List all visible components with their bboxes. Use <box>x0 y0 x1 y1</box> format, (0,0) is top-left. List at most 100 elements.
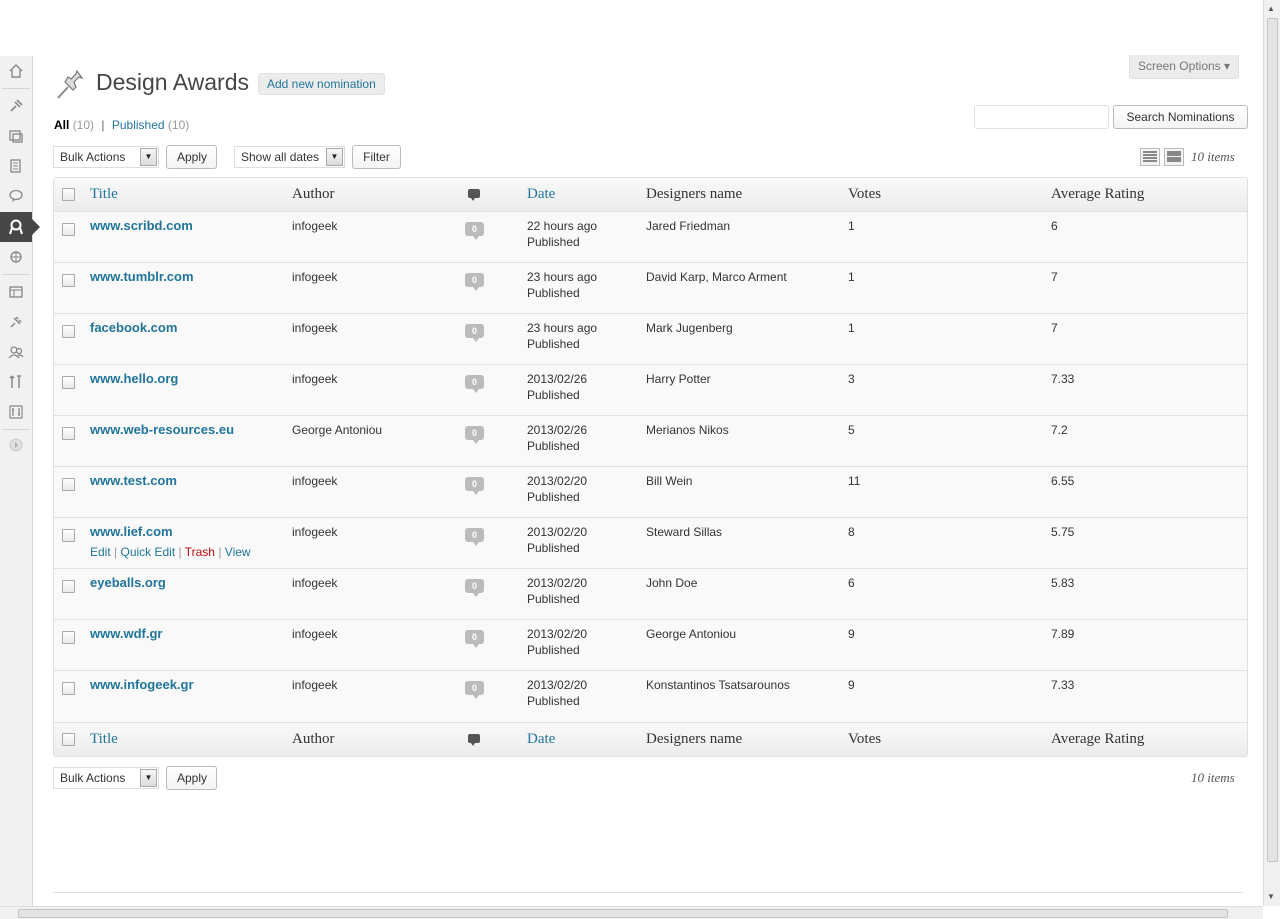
row-checkbox[interactable] <box>62 682 75 695</box>
items-count-top: 10 items <box>1191 149 1235 164</box>
search-input[interactable] <box>974 105 1109 129</box>
row-status: Published <box>527 439 580 453</box>
row-designers: John Doe <box>646 576 698 590</box>
pages-icon[interactable] <box>0 151 32 181</box>
row-author-link[interactable]: infogeek <box>292 473 337 489</box>
bulk-actions-select-top[interactable]: Bulk Actions ▼ <box>53 146 159 168</box>
row-author-link[interactable]: infogeek <box>292 626 337 642</box>
horizontal-scrollbar[interactable] <box>0 906 1263 919</box>
row-date-value: 2013/02/20 <box>527 525 588 539</box>
column-title-footer[interactable]: Title <box>90 731 118 748</box>
row-votes: 9 <box>848 627 855 641</box>
row-date-value: 22 hours ago <box>527 219 598 233</box>
column-date-footer[interactable]: Date <box>527 731 555 748</box>
plugins-icon[interactable] <box>0 307 32 337</box>
screen-options-button[interactable]: Screen Options ▾ <box>1129 55 1239 79</box>
apply-button-bottom[interactable]: Apply <box>166 766 217 790</box>
users-icon[interactable] <box>0 337 32 367</box>
row-author-link[interactable]: infogeek <box>292 269 337 285</box>
comments-icon[interactable] <box>0 181 32 211</box>
row-title-link[interactable]: www.infogeek.gr <box>90 677 194 693</box>
select-all-checkbox[interactable] <box>62 188 75 201</box>
row-action-quick-edit[interactable]: Quick Edit <box>120 545 175 559</box>
row-author-link[interactable]: infogeek <box>292 575 337 591</box>
vertical-scrollbar[interactable]: ▲ ▼ <box>1263 0 1280 906</box>
excerpt-view-icon[interactable] <box>1164 148 1184 166</box>
row-action-edit[interactable]: Edit <box>90 545 111 559</box>
scroll-up-icon[interactable]: ▲ <box>1267 4 1275 13</box>
tools-icon[interactable] <box>0 367 32 397</box>
bulk-actions-value: Bulk Actions <box>60 150 126 164</box>
comment-count-badge[interactable]: 0 <box>465 579 484 597</box>
row-author-link[interactable]: infogeek <box>292 218 337 234</box>
chevron-down-icon: ▼ <box>140 769 157 787</box>
table-row: www.scribd.com infogeek 0 22 hours ago Publi… <box>54 212 1247 263</box>
comment-count-badge[interactable]: 0 <box>465 477 484 495</box>
row-author-link[interactable]: infogeek <box>292 371 337 387</box>
row-author-link[interactable]: George Antoniou <box>292 422 382 438</box>
row-status: Published <box>527 541 580 555</box>
row-votes: 11 <box>848 474 861 488</box>
view-published-link[interactable]: Published <box>112 118 165 132</box>
column-date-header[interactable]: Date <box>527 186 555 203</box>
select-all-checkbox-footer[interactable] <box>62 733 75 746</box>
row-title-link[interactable]: www.wdf.gr <box>90 626 162 642</box>
row-designers: Jared Friedman <box>646 219 731 233</box>
row-author-link[interactable]: infogeek <box>292 524 337 540</box>
row-checkbox[interactable] <box>62 529 75 542</box>
row-checkbox[interactable] <box>62 580 75 593</box>
row-title-link[interactable]: eyeballs.org <box>90 575 166 591</box>
comment-count-badge[interactable]: 0 <box>465 426 484 444</box>
comment-count-badge[interactable]: 0 <box>465 324 484 342</box>
table-row: www.web-resources.eu George Antoniou 0 2013… <box>54 416 1247 467</box>
comment-count-badge[interactable]: 0 <box>465 222 484 240</box>
horizontal-scroll-thumb[interactable] <box>18 909 1228 918</box>
links-icon[interactable] <box>0 242 32 272</box>
row-checkbox[interactable] <box>62 376 75 389</box>
collapse-icon[interactable] <box>0 430 32 460</box>
comment-count-badge[interactable]: 0 <box>465 528 484 546</box>
row-action-trash[interactable]: Trash <box>185 545 215 559</box>
row-checkbox[interactable] <box>62 325 75 338</box>
comment-count-badge[interactable]: 0 <box>465 273 484 291</box>
row-action-view[interactable]: View <box>225 545 251 559</box>
view-all-link[interactable]: All <box>54 118 69 132</box>
comment-count-badge[interactable]: 0 <box>465 681 484 699</box>
list-view-icon[interactable] <box>1140 148 1160 166</box>
posts-icon[interactable] <box>0 91 32 121</box>
apply-button-top[interactable]: Apply <box>166 145 217 169</box>
row-checkbox[interactable] <box>62 274 75 287</box>
row-title-link[interactable]: www.web-resources.eu <box>90 422 234 438</box>
search-nominations-button[interactable]: Search Nominations <box>1113 105 1248 129</box>
row-author-link[interactable]: infogeek <box>292 677 337 693</box>
table-header: Title Author Date Designers name Votes A… <box>54 178 1247 212</box>
row-author-link[interactable]: infogeek <box>292 320 337 336</box>
table-row: eyeballs.org infogeek 0 2013/02/20 Published… <box>54 569 1247 620</box>
row-title-link[interactable]: www.scribd.com <box>90 218 193 234</box>
filter-button[interactable]: Filter <box>352 145 401 169</box>
appearance-icon[interactable] <box>0 277 32 307</box>
row-title-link[interactable]: www.tumblr.com <box>90 269 194 285</box>
comment-count-badge[interactable]: 0 <box>465 375 484 393</box>
column-title-header[interactable]: Title <box>90 186 118 203</box>
bulk-actions-select-bottom[interactable]: Bulk Actions ▼ <box>53 767 159 789</box>
row-title-link[interactable]: www.lief.com <box>90 524 173 540</box>
row-checkbox[interactable] <box>62 223 75 236</box>
comment-count-badge[interactable]: 0 <box>465 630 484 648</box>
dashboard-icon[interactable] <box>0 56 32 86</box>
media-icon[interactable] <box>0 121 32 151</box>
scroll-down-icon[interactable]: ▼ <box>1267 892 1275 901</box>
row-title-link[interactable]: www.hello.org <box>90 371 178 387</box>
row-votes: 5 <box>848 423 855 437</box>
row-checkbox[interactable] <box>62 478 75 491</box>
row-title-link[interactable]: www.test.com <box>90 473 177 489</box>
row-checkbox[interactable] <box>62 631 75 644</box>
row-date: 2013/02/26 Published <box>527 422 587 454</box>
nominations-icon[interactable] <box>0 212 32 242</box>
vertical-scroll-thumb[interactable] <box>1267 18 1278 862</box>
row-checkbox[interactable] <box>62 427 75 440</box>
row-title-link[interactable]: facebook.com <box>90 320 177 336</box>
settings-icon[interactable] <box>0 397 32 427</box>
date-filter-select[interactable]: Show all dates ▼ <box>234 146 345 168</box>
add-new-nomination-button[interactable]: Add new nomination <box>258 73 385 95</box>
